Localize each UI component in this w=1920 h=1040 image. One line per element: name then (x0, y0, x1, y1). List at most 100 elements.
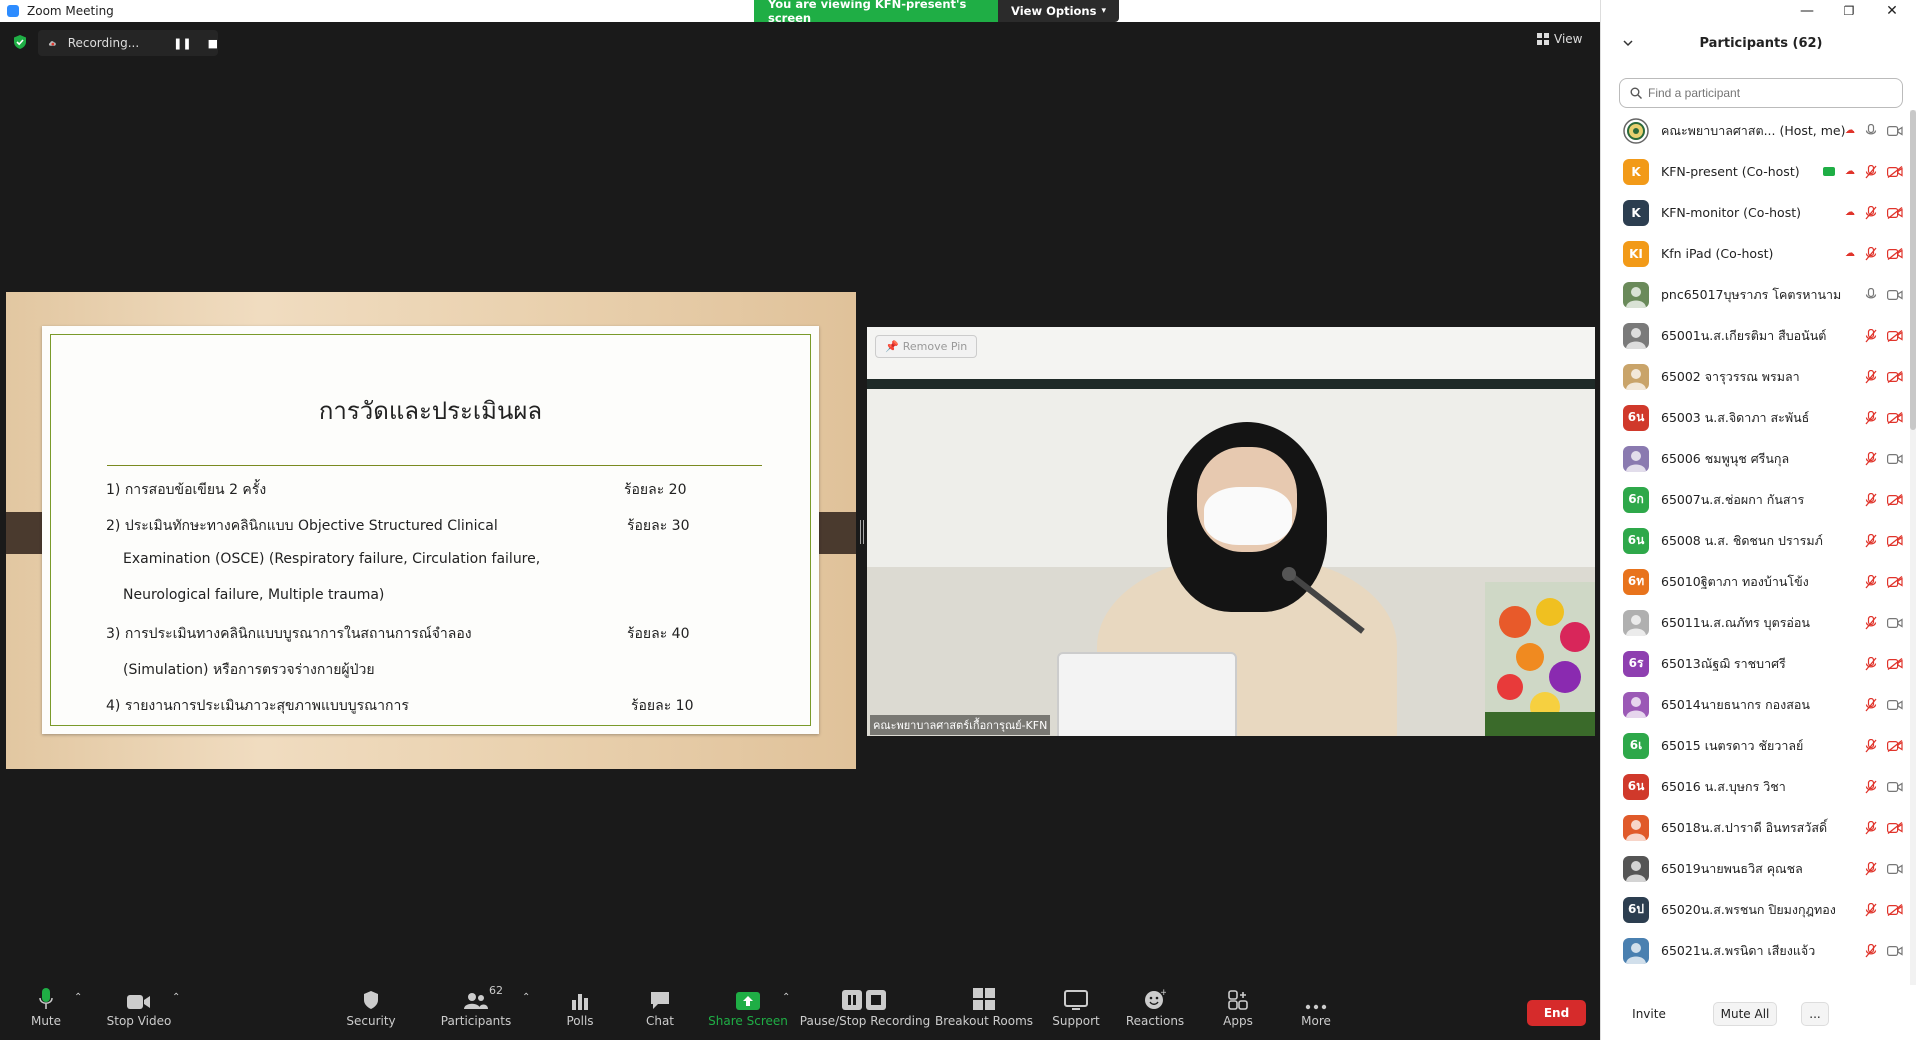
mute-all-button[interactable]: Mute All (1713, 1002, 1777, 1026)
participant-row[interactable]: 65011น.ส.ณภัทร บุตรอ่อน (1601, 602, 1911, 643)
meeting-area: Recording... ❚❚ ■ View การวัดและประเมินผ… (0, 22, 1600, 980)
support-button[interactable]: Support (1051, 980, 1101, 1040)
minimize-icon[interactable]: — (1786, 0, 1828, 22)
participant-status-icons (1865, 656, 1903, 671)
pinned-video[interactable]: 📌 Remove Pin คณะพยาบาลศาสตร์เกื้อการุณย์… (867, 327, 1595, 736)
participant-row[interactable]: 65021น.ส.พรนิดา เสียงแจ้ว (1601, 930, 1911, 971)
microphone-icon (1865, 287, 1877, 298)
microphone-muted-icon (1865, 779, 1877, 793)
participant-row[interactable]: pnc65017บุษราภร โคตรหานาม (1601, 274, 1911, 315)
microphone-muted-icon (1865, 410, 1877, 424)
participant-row[interactable]: 6น 65008 น.ส. ชิดชนก ปรารมภ์ (1601, 520, 1911, 561)
mute-button[interactable]: Mute (22, 980, 70, 1040)
participant-name: KFN-monitor (Co-host) (1661, 205, 1801, 220)
reactions-button[interactable]: + Reactions (1126, 980, 1184, 1040)
participant-row[interactable]: KI Kfn iPad (Co-host) ☁ (1601, 233, 1911, 274)
share-screen-label: Share Screen (708, 1014, 788, 1028)
participant-name: 65019นายพนธวิส คุณชล (1661, 860, 1803, 876)
stop-video-button[interactable]: Stop Video (104, 980, 174, 1040)
participants-panel-title: Participants (62) (1699, 36, 1823, 51)
participant-status-icons (1865, 779, 1903, 794)
participant-row[interactable]: 65014นายธนากร กองสอน (1601, 684, 1911, 725)
view-options-button[interactable]: View Options ▾ (998, 0, 1119, 22)
pause-stop-recording-button[interactable]: Pause/Stop Recording (800, 980, 930, 1040)
avatar (1623, 814, 1649, 841)
more-options-button[interactable]: ... (1801, 1002, 1829, 1026)
share-screen-icon (736, 992, 760, 1010)
slide-line: 3) การประเมินทางคลินิกแบบบูรณาการในสถานก… (106, 626, 472, 642)
participant-row[interactable]: 65018น.ส.ปาราดี อินทรสวัสดิ์ (1601, 807, 1911, 848)
avatar (1623, 322, 1649, 349)
participants-caret-icon[interactable]: ⌃ (522, 992, 530, 1003)
zoom-meeting-window: Zoom Meeting You are viewing KFN-present… (0, 0, 1920, 1040)
search-input[interactable] (1648, 86, 1888, 100)
participant-name: 65010ฐิตาภา ทองบ้านโข้ง (1661, 573, 1809, 589)
remove-pin-button[interactable]: 📌 Remove Pin (875, 335, 978, 358)
video-camera-icon (1887, 289, 1903, 300)
participant-status-icons: ☁ (1845, 205, 1903, 220)
microphone-muted-icon (1865, 246, 1877, 260)
microphone-muted-icon (1865, 451, 1877, 465)
share-screen-button[interactable]: Share Screen (708, 980, 788, 1040)
video-camera-icon (1887, 863, 1903, 874)
participant-row[interactable]: 6ป 65020น.ส.พรชนก ปิยมงกุฎทอง (1601, 889, 1911, 930)
video-options-caret-icon[interactable]: ⌃ (172, 992, 180, 1003)
video-laptop (1057, 652, 1237, 736)
microphone-muted-icon (1865, 943, 1877, 957)
participant-search[interactable] (1619, 78, 1903, 108)
more-button[interactable]: More (1298, 980, 1334, 1040)
participant-name: 65011น.ส.ณภัทร บุตรอ่อน (1661, 614, 1810, 630)
apps-button[interactable]: Apps (1220, 980, 1256, 1040)
participant-name: 65006 ชมพูนุช ศรีนกุล (1661, 450, 1790, 466)
participant-row[interactable]: K KFN-monitor (Co-host) ☁ (1601, 192, 1911, 233)
apps-label: Apps (1223, 1014, 1253, 1028)
audio-options-caret-icon[interactable]: ⌃ (74, 992, 82, 1003)
slide-divider (107, 465, 762, 466)
participant-row[interactable]: 6ก 65007น.ส.ช่อผกา กันสาร (1601, 479, 1911, 520)
participant-row[interactable]: 65002 จารุวรรณ พรมลา (1601, 356, 1911, 397)
participant-row[interactable]: 6น 65016 น.ส.บุษกร วิชา (1601, 766, 1911, 807)
security-shield-icon (364, 991, 378, 1009)
slide-line: 2) ประเมินทักษะทางคลินิกแบบ Objective St… (106, 518, 498, 534)
participant-row[interactable]: 65001น.ส.เกียรติมา สืบอนันต์ (1601, 315, 1911, 356)
polls-button[interactable]: Polls (560, 980, 600, 1040)
participant-name: 65007น.ส.ช่อผกา กันสาร (1661, 491, 1805, 507)
share-screen-caret-icon[interactable]: ⌃ (782, 992, 790, 1003)
participant-row[interactable]: 6น 65003 น.ส.จิดาภา สะพันธ์ (1601, 397, 1911, 438)
participant-row[interactable]: 6ท 65010ฐิตาภา ทองบ้านโข้ง (1601, 561, 1911, 602)
view-button[interactable]: View (1537, 32, 1582, 46)
meeting-toolbar: Mute ⌃ Stop Video ⌃ Security Participant… (0, 980, 1600, 1040)
participant-status-icons (1865, 574, 1903, 589)
breakout-rooms-button[interactable]: Breakout Rooms (935, 980, 1033, 1040)
stop-recording-icon[interactable]: ■ (208, 37, 218, 50)
participant-row[interactable]: 6ร 65013ณัฐฌิ ราชบาศรี (1601, 643, 1911, 684)
scrollbar-thumb[interactable] (1910, 110, 1916, 430)
shield-check-icon[interactable] (12, 34, 28, 50)
video-off-icon (1887, 903, 1903, 916)
participant-status-icons: ☁ (1845, 123, 1903, 138)
video-off-icon (1887, 329, 1903, 342)
cloud-recording-icon: ☁ (1845, 166, 1855, 177)
avatar (1623, 281, 1649, 308)
participants-label: Participants (440, 1014, 512, 1028)
restore-icon[interactable]: ❐ (1828, 0, 1870, 22)
security-label: Security (346, 1014, 396, 1028)
split-view-handle[interactable] (860, 520, 864, 544)
close-icon[interactable]: ✕ (1871, 0, 1913, 22)
invite-button[interactable]: Invite (1623, 1002, 1675, 1026)
pause-recording-icon[interactable]: ❚❚ (173, 37, 191, 50)
participant-row[interactable]: คณะพยาบาลศาสต... (Host, me) ☁ (1601, 110, 1911, 151)
mute-label: Mute (30, 1014, 62, 1028)
slide-border: การวัดและประเมินผล 1) การสอบข้อเขียน 2 ค… (50, 334, 811, 726)
end-meeting-button[interactable]: End (1527, 1000, 1586, 1026)
microphone-muted-icon (1865, 902, 1877, 916)
participant-row[interactable]: 65019นายพนธวิส คุณชล (1601, 848, 1911, 889)
chat-button[interactable]: Chat (640, 980, 680, 1040)
participant-name: 65020น.ส.พรชนก ปิยมงกุฎทอง (1661, 901, 1836, 917)
video-person-mask (1204, 487, 1292, 545)
participant-row[interactable]: 65006 ชมพูนุช ศรีนกุล (1601, 438, 1911, 479)
breakout-rooms-icon (973, 988, 995, 1010)
participant-row[interactable]: 6เ 65015 เนตรดาว ชัยวาลย์ (1601, 725, 1911, 766)
security-button[interactable]: Security (344, 980, 398, 1040)
participant-row[interactable]: K KFN-present (Co-host) ☁ (1601, 151, 1911, 192)
